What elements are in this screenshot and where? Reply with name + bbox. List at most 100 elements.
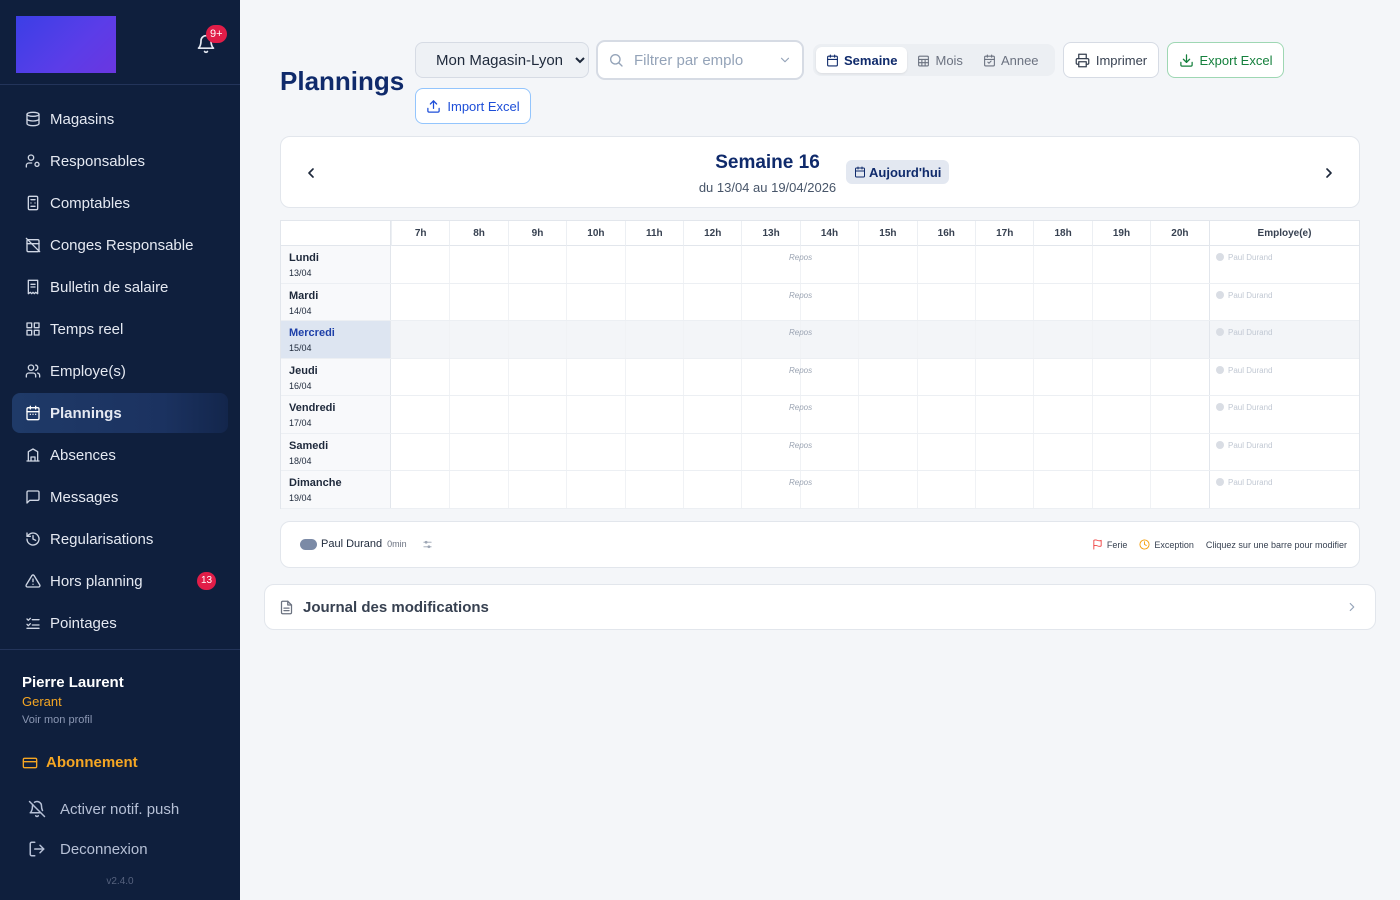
schedule-row[interactable]: Mardi 14/04 Repos Paul Durand: [281, 283, 1359, 321]
hour-gridline: [1150, 246, 1152, 283]
employee-cell[interactable]: Paul Durand: [1209, 283, 1359, 320]
export-excel-button[interactable]: Export Excel: [1167, 42, 1284, 78]
hour-gridline: [624, 396, 626, 433]
hour-gridline: [683, 396, 684, 433]
view-month-button[interactable]: Mois: [907, 47, 972, 73]
schedule-row[interactable]: Mercredi 15/04 Repos Paul Durand: [281, 321, 1359, 359]
user-name: Pierre Laurent: [22, 674, 124, 691]
sidebar-item-temps-reel[interactable]: Temps reel: [12, 309, 228, 349]
hour-gridline: [449, 471, 451, 508]
hour-gridline: [799, 358, 801, 395]
employee-filter[interactable]: [596, 40, 804, 80]
hour-gridline: [449, 246, 451, 283]
download-icon: [1179, 53, 1194, 68]
hour-gridline: [683, 246, 684, 283]
schedule-row[interactable]: Dimanche 19/04 Repos Paul Durand: [281, 471, 1359, 509]
hour-gridline: [799, 246, 801, 283]
employee-cell[interactable]: Paul Durand: [1209, 433, 1359, 470]
legend-employee[interactable]: Paul Durand 0min: [300, 538, 433, 550]
hour-gridline: [566, 283, 568, 320]
day-cell: Vendredi 17/04: [281, 396, 391, 433]
journal-panel[interactable]: Journal des modifications: [264, 584, 1376, 630]
hour-gridline: [1091, 246, 1093, 283]
employee-name: Paul Durand: [1228, 253, 1273, 262]
sidebar-nav: Magasins Responsables Comptables Conges …: [0, 85, 240, 643]
hour-gridline: [449, 433, 451, 470]
users-icon: [24, 362, 42, 380]
view-week-button[interactable]: Semaine: [816, 47, 908, 73]
schedule-row[interactable]: Lundi 13/04 Repos Paul Durand: [281, 246, 1359, 284]
hour-header: 17h: [975, 221, 1034, 246]
day-cell: Dimanche 19/04: [281, 471, 391, 508]
hour-gridline: [741, 358, 743, 395]
day-date: 13/04: [289, 268, 312, 278]
employee-filter-input[interactable]: [634, 51, 778, 69]
hour-gridline: [916, 471, 918, 508]
legend-employee-name: Paul Durand: [321, 538, 383, 550]
sidebar-item-label: Pointages: [50, 614, 117, 632]
day-name: Samedi: [289, 439, 329, 452]
employee-cell[interactable]: Paul Durand: [1209, 471, 1359, 508]
schedule-row[interactable]: Vendredi 17/04 Repos Paul Durand: [281, 396, 1359, 434]
day-date: 17/04: [289, 418, 312, 428]
hour-header: 7h: [391, 221, 450, 246]
today-button[interactable]: Aujourd'hui: [846, 160, 950, 184]
hour-gridline: [1091, 433, 1093, 470]
sidebar-item-messages[interactable]: Messages: [12, 477, 228, 517]
day-name: Mercredi: [289, 327, 335, 339]
import-excel-button[interactable]: Import Excel: [415, 88, 531, 124]
sidebar-item-regularisations[interactable]: Regularisations: [12, 519, 228, 559]
sidebar-item-comptables[interactable]: Comptables: [12, 183, 228, 223]
sidebar-item-responsables[interactable]: Responsables: [12, 141, 228, 181]
sidebar-item-conges-responsable[interactable]: Conges Responsable: [12, 225, 228, 265]
app-logo[interactable]: [16, 16, 116, 73]
chevron-down-icon[interactable]: [778, 53, 792, 67]
employee-cell[interactable]: Paul Durand: [1209, 246, 1359, 283]
hour-gridline: [975, 283, 976, 320]
day-cell: Jeudi 16/04: [281, 358, 391, 395]
hour-gridline: [449, 358, 451, 395]
sidebar-item-absences[interactable]: Absences: [12, 435, 228, 475]
employee-cell[interactable]: Paul Durand: [1209, 396, 1359, 433]
day-name: Mardi: [289, 289, 319, 302]
employee-cell[interactable]: Paul Durand: [1209, 358, 1359, 395]
schedule-row[interactable]: Jeudi 16/04 Repos Paul Durand: [281, 358, 1359, 396]
store-select[interactable]: Mon Magasin-Lyon: [415, 42, 589, 78]
hour-header: 18h: [1033, 221, 1092, 246]
hour-gridline: [1150, 321, 1152, 358]
user-panel: Pierre Laurent Gerant Voir mon profil: [0, 649, 240, 726]
page-title: Plannings: [280, 66, 405, 96]
push-notification-button[interactable]: Activer notif. push: [28, 800, 179, 818]
sliders-icon[interactable]: [422, 539, 433, 550]
sidebar-item-hors-planning[interactable]: Hors planning 13: [12, 561, 228, 601]
next-week-button[interactable]: [1317, 161, 1341, 185]
journal-title: Journal des modifications: [303, 598, 489, 616]
hour-gridline: [741, 321, 743, 358]
sidebar-item-label: Absences: [50, 446, 116, 464]
hour-gridline: [1150, 433, 1152, 470]
subscription-link[interactable]: Abonnement: [22, 754, 138, 771]
day-date: 15/04: [289, 343, 312, 353]
hour-gridline: [566, 246, 568, 283]
sidebar-item-pointages[interactable]: Pointages: [12, 603, 228, 643]
hour-gridline: [624, 283, 626, 320]
view-year-button[interactable]: Annee: [973, 47, 1049, 73]
schedule-row[interactable]: Samedi 18/04 Repos Paul Durand: [281, 433, 1359, 471]
day-name: Lundi: [289, 252, 319, 264]
print-button[interactable]: Imprimer: [1063, 42, 1159, 78]
employee-cell[interactable]: Paul Durand: [1209, 321, 1359, 358]
hour-gridline: [741, 283, 743, 320]
logout-button[interactable]: Deconnexion: [28, 840, 148, 858]
employee-dot: [1216, 440, 1224, 449]
hour-header: 10h: [566, 221, 625, 246]
sidebar-item-magasins[interactable]: Magasins: [12, 99, 228, 139]
sidebar-item-bulletin-de-salaire[interactable]: Bulletin de salaire: [12, 267, 228, 307]
sidebar-item-plannings[interactable]: Plannings: [12, 393, 228, 433]
alert-icon: [24, 572, 42, 590]
sidebar-item-employes[interactable]: Employe(s): [12, 351, 228, 391]
hour-gridline: [1091, 321, 1093, 358]
sidebar-item-label: Hors planning: [50, 572, 143, 590]
hour-gridline: [916, 246, 918, 283]
profile-link[interactable]: Voir mon profil: [22, 714, 218, 726]
hour-gridline: [683, 321, 684, 358]
